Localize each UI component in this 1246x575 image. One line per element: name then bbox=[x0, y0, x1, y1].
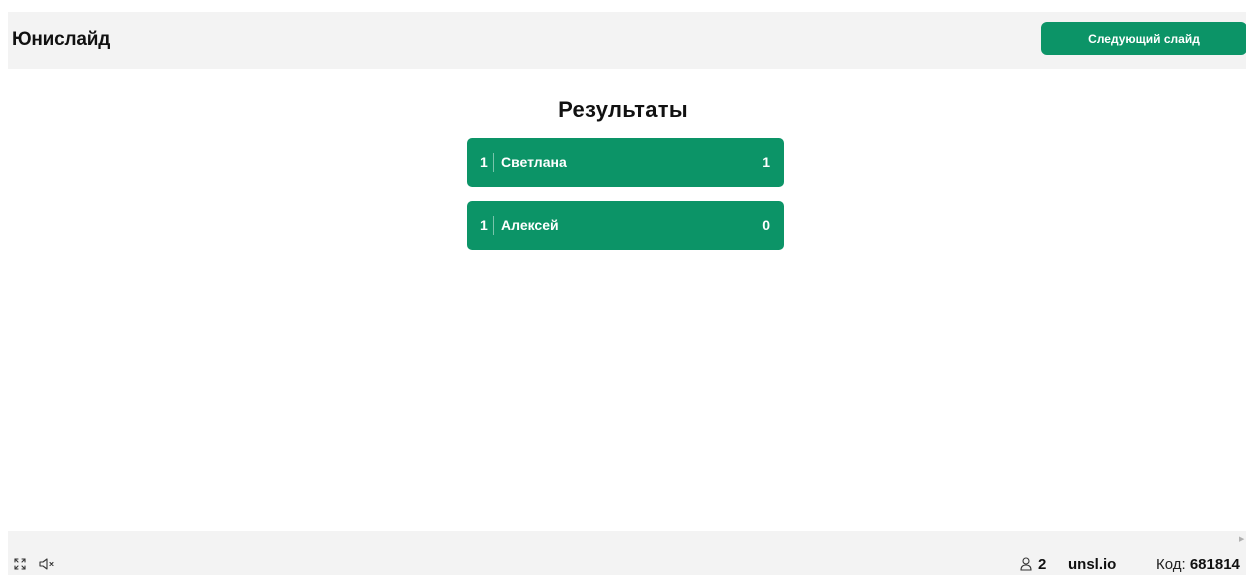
participant-name: Алексей bbox=[501, 217, 559, 233]
next-slide-button[interactable]: Следующий слайд bbox=[1041, 22, 1246, 55]
scroll-arrow-icon[interactable]: ▶ bbox=[1239, 535, 1244, 543]
participant-count: 2 bbox=[1038, 556, 1047, 573]
user-icon bbox=[1020, 557, 1032, 571]
participant-score: 0 bbox=[762, 217, 770, 233]
results-title: Результаты bbox=[558, 97, 688, 122]
rank-divider bbox=[493, 153, 494, 172]
participant-name: Светлана bbox=[501, 154, 567, 170]
code-value: 681814 bbox=[1189, 556, 1240, 573]
code-label: Код: bbox=[1156, 556, 1186, 573]
result-row: 1 Алексей 0 bbox=[467, 201, 784, 250]
result-rank: 1 bbox=[480, 217, 488, 233]
top-bar: Юнислайд Следующий слайд bbox=[8, 12, 1246, 69]
fullscreen-icon[interactable] bbox=[14, 558, 26, 570]
result-rank: 1 bbox=[480, 154, 488, 170]
rank-divider bbox=[493, 216, 494, 235]
sound-muted-icon[interactable] bbox=[39, 558, 57, 570]
participant-score: 1 bbox=[762, 154, 770, 170]
result-row: 1 Светлана 1 bbox=[467, 138, 784, 187]
brand-title: Юнислайд bbox=[12, 29, 111, 50]
access-code: Код: 681814 bbox=[1156, 556, 1246, 573]
site-url: unsl.io bbox=[1068, 556, 1117, 573]
bottom-bar: ▶ 2 unsl.io Код: 681814 bbox=[8, 531, 1246, 575]
